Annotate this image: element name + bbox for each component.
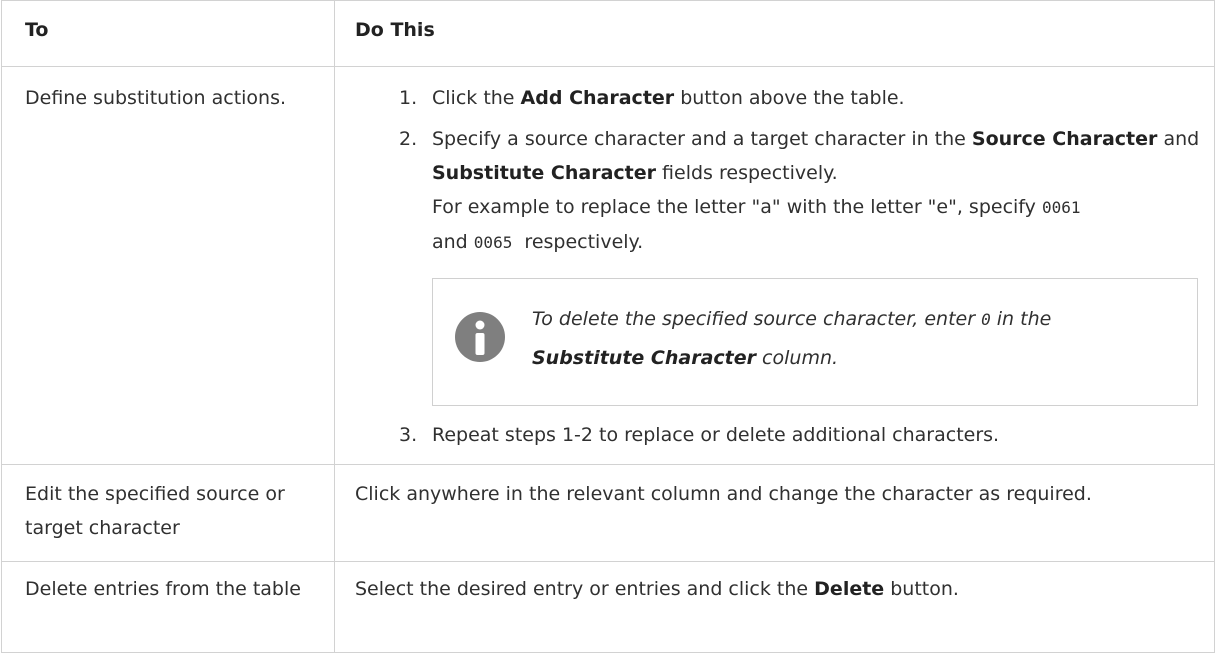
note-bold: Substitute Character [532, 347, 756, 369]
table-header-row: To Do This [1, 0, 1215, 67]
row3-do-post: button. [890, 578, 959, 600]
row1-do-cell: 1. Click the Add Character button above … [334, 66, 1215, 465]
header-do-this: Do This [334, 0, 1215, 67]
step-1-text-pre: Click the [432, 87, 515, 109]
info-note: To delete the specified source character… [432, 278, 1198, 406]
step-2-code-0065: 0065 [473, 233, 513, 252]
row3-to-text: Delete entries from the table [25, 578, 301, 600]
step-3-number: 3. [399, 424, 418, 446]
steps-list: 1. Click the Add Character button above … [355, 81, 1204, 452]
step-1: 1. Click the Add Character button above … [355, 81, 1204, 115]
step-1-number: 1. [399, 87, 418, 109]
step-2-bold-substitute: Substitute Character [432, 162, 656, 184]
header-to: To [1, 0, 335, 67]
info-note-text: To delete the specified source character… [532, 300, 1177, 377]
instructions-table: To Do This Define substitution actions. … [1, 0, 1215, 653]
step-1-text-post: button above the table. [680, 87, 905, 109]
note-text-post: column. [762, 347, 839, 369]
step-2-example-and: and [432, 231, 468, 253]
note-code: 0 [981, 310, 991, 329]
step-2-text-mid: and [1163, 128, 1200, 150]
row3-do-cell: Select the desired entry or entries and … [334, 561, 1215, 653]
row3-do-pre: Select the desired entry or entries and … [355, 578, 809, 600]
info-icon [455, 312, 505, 362]
row1-to-cell: Define substitution actions. [1, 66, 335, 465]
table-row: Define substitution actions. 1. Click th… [1, 66, 1215, 465]
step-3-text: Repeat steps 1-2 to replace or delete ad… [432, 424, 1000, 446]
step-2: 2. Specify a source character and a targ… [355, 122, 1204, 406]
row2-do-text: Click anywhere in the relevant column an… [355, 483, 1092, 505]
row2-do-cell: Click anywhere in the relevant column an… [334, 464, 1215, 562]
step-2-code-0061: 0061 [1041, 198, 1081, 217]
row3-do-bold: Delete [814, 578, 885, 600]
row3-to-cell: Delete entries from the table [1, 561, 335, 653]
step-2-bold-source: Source Character [971, 128, 1158, 150]
note-text-mid: in the [996, 308, 1052, 330]
row1-to-text: Define substitution actions. [25, 87, 287, 109]
table-row: Delete entries from the table Select the… [1, 561, 1215, 653]
step-2-example-pre: For example to replace the letter "a" wi… [432, 196, 1036, 218]
step-2-number: 2. [399, 128, 418, 150]
step-2-text-post: fields respectively. [662, 162, 838, 184]
row2-to-text: Edit the specified source or target char… [25, 483, 285, 539]
step-3: 3. Repeat steps 1-2 to replace or delete… [355, 418, 1204, 452]
row2-to-cell: Edit the specified source or target char… [1, 464, 335, 562]
step-1-bold: Add Character [520, 87, 675, 109]
step-2-example-post: respectively. [524, 231, 644, 253]
step-2-text-pre: Specify a source character and a target … [432, 128, 966, 150]
note-text-pre: To delete the specified source character… [532, 308, 976, 330]
table-row: Edit the specified source or target char… [1, 464, 1215, 562]
